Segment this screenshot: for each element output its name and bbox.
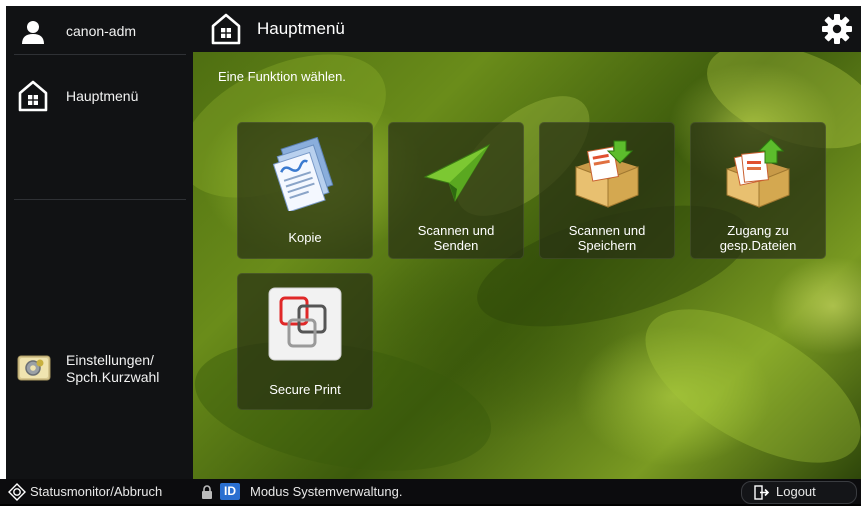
settings-label-line2: Spch.Kurzwahl bbox=[66, 369, 160, 385]
logout-icon bbox=[754, 485, 770, 500]
tile-label-line2: Speichern bbox=[577, 238, 637, 253]
tile-label-line2: gesp.Dateien bbox=[719, 238, 797, 253]
tile-label-line1: Kopie bbox=[288, 230, 322, 245]
user-row[interactable]: canon-adm bbox=[6, 16, 193, 48]
sidebar-item-settings[interactable]: Einstellungen/ Spch.Kurzwahl bbox=[6, 346, 193, 390]
paper-plane-icon bbox=[419, 137, 493, 211]
scan-store-box-icon bbox=[570, 137, 644, 211]
status-bar: Statusmonitor/Abbruch ID Modus Systemver… bbox=[0, 479, 861, 504]
device-screen: canon-adm Hauptmenü Einstellungen/ Spch.… bbox=[0, 0, 861, 504]
tile-secure-print[interactable]: Secure Print bbox=[237, 273, 373, 410]
tile-copy[interactable]: Kopie bbox=[237, 122, 373, 259]
secure-print-icon bbox=[267, 286, 343, 362]
copy-icon bbox=[268, 136, 342, 213]
settings-icon bbox=[16, 350, 52, 386]
lock-icon bbox=[201, 485, 213, 499]
mode-text: Modus Systemverwaltung. bbox=[250, 484, 403, 499]
tile-label-line1: Scannen und bbox=[568, 223, 646, 238]
page-title: Hauptmenü bbox=[257, 19, 345, 38]
status-monitor-button[interactable]: Statusmonitor/Abbruch bbox=[6, 479, 176, 504]
tile-label: Zugang zu gesp.Dateien bbox=[691, 223, 825, 253]
settings-label-line1: Einstellungen/ bbox=[66, 352, 154, 368]
home-icon bbox=[211, 13, 241, 45]
stored-files-box-icon bbox=[721, 137, 795, 211]
tile-label-line1: Zugang zu bbox=[727, 223, 789, 238]
tile-label: Scannen und Senden bbox=[389, 223, 523, 253]
id-icon: ID bbox=[220, 483, 240, 500]
status-monitor-label: Statusmonitor/Abbruch bbox=[30, 484, 163, 499]
sidebar-item-main-menu[interactable]: Hauptmenü bbox=[6, 76, 193, 116]
user-name: canon-adm bbox=[66, 23, 137, 39]
home-icon bbox=[18, 80, 48, 112]
tile-scan-and-store[interactable]: Scannen und Speichern bbox=[539, 122, 675, 259]
tile-label: Secure Print bbox=[238, 382, 372, 397]
logout-label: Logout bbox=[776, 484, 816, 499]
user-icon bbox=[20, 19, 46, 45]
instruction-text: Eine Funktion wählen. bbox=[218, 69, 346, 84]
status-monitor-icon bbox=[8, 483, 26, 501]
sidebar-item-label: Hauptmenü bbox=[66, 88, 139, 104]
tile-label: Kopie bbox=[238, 230, 372, 245]
divider bbox=[14, 199, 186, 200]
tile-access-stored-files[interactable]: Zugang zu gesp.Dateien bbox=[690, 122, 826, 259]
logout-button[interactable]: Logout bbox=[741, 481, 857, 504]
tile-label-line1: Scannen und bbox=[417, 223, 495, 238]
gear-icon[interactable] bbox=[821, 13, 853, 45]
main-area: Hauptmenü Eine Funktion wählen. Kopie Sc… bbox=[193, 6, 861, 479]
tile-label-line2: Senden bbox=[433, 238, 479, 253]
header-bar: Hauptmenü bbox=[193, 6, 861, 52]
tile-scan-and-send[interactable]: Scannen und Senden bbox=[388, 122, 524, 259]
sidebar: canon-adm Hauptmenü Einstellungen/ Spch.… bbox=[6, 6, 193, 479]
divider bbox=[14, 54, 186, 55]
sidebar-item-label: Einstellungen/ Spch.Kurzwahl bbox=[66, 352, 159, 386]
tile-label-line1: Secure Print bbox=[269, 382, 341, 397]
tile-label: Scannen und Speichern bbox=[540, 223, 674, 253]
